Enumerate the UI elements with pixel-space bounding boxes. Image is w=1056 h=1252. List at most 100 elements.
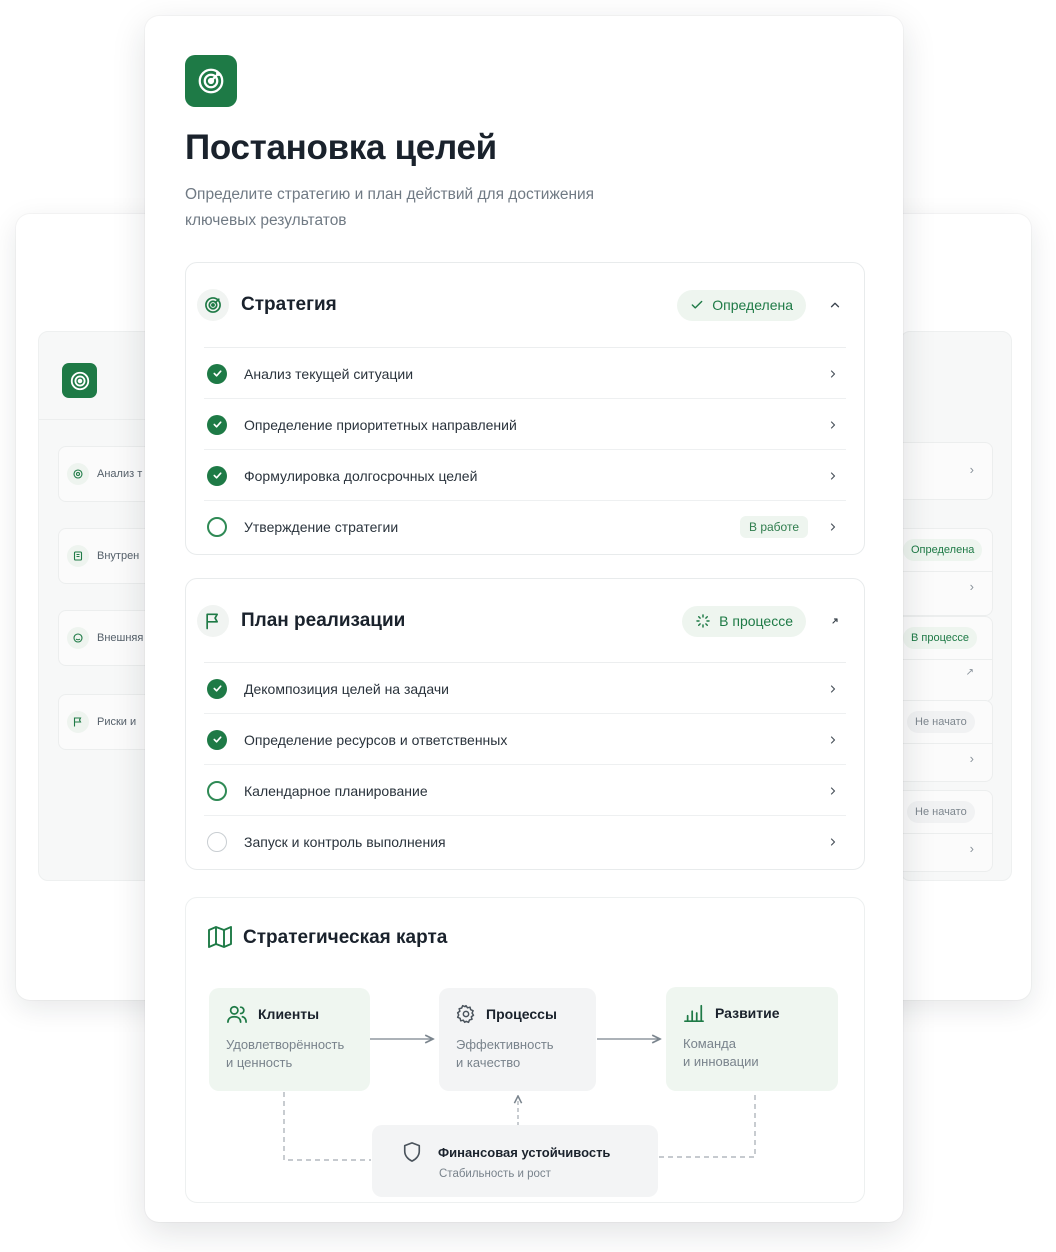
dashed-finance-to-growth xyxy=(659,1092,756,1158)
section-implementation-plan: План реализации В процессе Декомпозиция … xyxy=(185,578,865,870)
background-item-label: Внутрен xyxy=(97,550,140,562)
status-badge: Определена xyxy=(903,539,983,561)
section-header[interactable]: План реализации В процессе xyxy=(186,579,864,663)
status-label: Определена xyxy=(712,297,793,313)
chevron-right-icon xyxy=(826,733,840,747)
check-icon xyxy=(691,300,703,309)
loader-icon xyxy=(696,614,710,628)
list-item[interactable]: Утверждение стратегии В работе xyxy=(204,501,846,552)
collapse-button[interactable] xyxy=(824,294,846,316)
node-subtitle: и ценность xyxy=(226,1055,293,1070)
status-badge: Не начато xyxy=(907,711,975,733)
status-badge: Не начато xyxy=(907,801,975,823)
background-item-label: Анализ т xyxy=(97,468,143,480)
chevron-right-icon xyxy=(826,367,840,381)
node-subtitle: Стабильность и рост xyxy=(439,1168,551,1180)
chevron-up-icon: ↗ xyxy=(965,667,974,678)
page-title: Постановка целей xyxy=(185,128,497,167)
section-title: Стратегия xyxy=(241,294,337,315)
bar-chart-icon xyxy=(684,1004,704,1023)
check-circle-icon xyxy=(207,729,227,750)
check-circle-icon xyxy=(207,363,227,384)
map-node-growth[interactable]: Развитие Команда и инновации xyxy=(666,987,838,1091)
flag-icon xyxy=(67,711,89,733)
list-item-label: Определение приоритетных направлений xyxy=(244,416,517,433)
list-item-label: Формулировка долгосрочных целей xyxy=(244,467,478,484)
map-node-processes[interactable]: Процессы Эффективность и качество xyxy=(439,988,596,1091)
node-subtitle: Команда xyxy=(683,1036,736,1051)
background-logo-icon xyxy=(62,363,97,398)
collapse-button[interactable] xyxy=(824,610,846,632)
dashed-clients-to-finance xyxy=(283,1092,371,1161)
analysis-icon xyxy=(67,463,89,485)
node-title: Клиенты xyxy=(258,1006,320,1022)
map-icon xyxy=(207,925,233,954)
list-item-label: Определение ресурсов и ответственных xyxy=(244,731,508,748)
chevron-right-icon: › xyxy=(969,462,974,477)
shield-icon xyxy=(403,1142,421,1162)
target-icon xyxy=(185,55,237,107)
list-item-label: Запуск и контроль выполнения xyxy=(244,833,446,850)
gear-icon xyxy=(456,1004,475,1024)
node-subtitle: Удовлетворённость xyxy=(226,1037,345,1052)
list-item[interactable]: Анализ текущей ситуации xyxy=(204,348,846,399)
list-item-label: Календарное планирование xyxy=(244,782,428,799)
background-right-block[interactable]: Не начато › xyxy=(901,700,993,782)
section-header[interactable]: Стратегия Определена xyxy=(186,263,864,347)
list-item-label: Анализ текущей ситуации xyxy=(244,365,414,382)
chevron-up-icon xyxy=(832,618,838,624)
node-title: Финансовая устойчивость xyxy=(438,1144,611,1160)
list-item[interactable]: Декомпозиция целей на задачи xyxy=(204,663,846,714)
map-node-finance[interactable]: Финансовая устойчивость Стабильность и р… xyxy=(372,1125,658,1197)
chevron-right-icon xyxy=(826,418,840,432)
goal-setting-card: Постановка целей Определите стратегию и … xyxy=(145,16,903,1222)
status-badge: В работе xyxy=(739,515,808,538)
chevron-right-icon xyxy=(826,835,840,849)
background-item-label: Внешняя xyxy=(97,632,144,644)
map-node-clients[interactable]: Клиенты Удовлетворённость и ценность xyxy=(209,988,370,1091)
map-title: Стратегическая карта xyxy=(243,927,448,948)
list-item-label: Утверждение стратегии xyxy=(244,518,399,535)
check-circle-icon xyxy=(207,414,227,435)
chevron-right-icon xyxy=(826,469,840,483)
list-item[interactable]: Формулировка долгосрочных целей xyxy=(204,450,846,501)
check-circle-icon xyxy=(207,465,227,486)
check-circle-icon xyxy=(207,678,227,699)
section-title: План реализации xyxy=(241,610,406,631)
building-icon xyxy=(67,545,89,567)
page-subtitle: Определите стратегию и план действий для… xyxy=(185,186,595,229)
node-title: Процессы xyxy=(486,1006,557,1022)
status-badge: В процессе xyxy=(903,627,977,649)
users-icon xyxy=(227,1005,247,1024)
section-strategy-map: Стратегическая карта Клиенты Удовлетворё… xyxy=(185,897,865,1203)
chevron-right-icon xyxy=(826,520,840,534)
background-right-block[interactable]: Определена › xyxy=(901,528,993,616)
flag-icon xyxy=(197,605,229,637)
background-right-block[interactable]: › xyxy=(901,442,993,500)
background-right-block[interactable]: Не начато › xyxy=(901,790,993,872)
background-right-panel: › Определена › В процессе ↗ Не начато › … xyxy=(900,331,1012,881)
status-label: В процессе xyxy=(719,613,793,629)
list-item[interactable]: Определение приоритетных направлений xyxy=(204,399,846,450)
node-subtitle: и инновации xyxy=(683,1054,759,1069)
chevron-right-icon xyxy=(826,784,840,798)
status-badge: Определена xyxy=(677,289,806,321)
list-item[interactable]: Запуск и контроль выполнения xyxy=(204,816,846,867)
list-item[interactable]: Определение ресурсов и ответственных xyxy=(204,714,846,765)
background-right-block[interactable]: В процессе ↗ xyxy=(901,616,993,702)
background-item-label: Риски и xyxy=(97,716,137,728)
list-item-label: Декомпозиция целей на задачи xyxy=(244,680,449,697)
list-item[interactable]: Календарное планирование xyxy=(204,765,846,816)
status-badge: В процессе xyxy=(682,605,806,637)
chevron-right-icon: › xyxy=(969,751,974,766)
node-subtitle: и качество xyxy=(456,1055,521,1070)
node-subtitle: Эффективность xyxy=(456,1037,554,1052)
chevron-right-icon xyxy=(826,682,840,696)
chevron-right-icon: › xyxy=(969,579,974,594)
target-icon xyxy=(197,289,229,321)
section-strategy: Стратегия Определена Анализ текущей ситу… xyxy=(185,262,865,555)
globe-icon xyxy=(67,627,89,649)
circle-icon xyxy=(207,831,227,852)
circle-icon xyxy=(207,516,227,537)
chevron-up-icon xyxy=(830,302,840,308)
